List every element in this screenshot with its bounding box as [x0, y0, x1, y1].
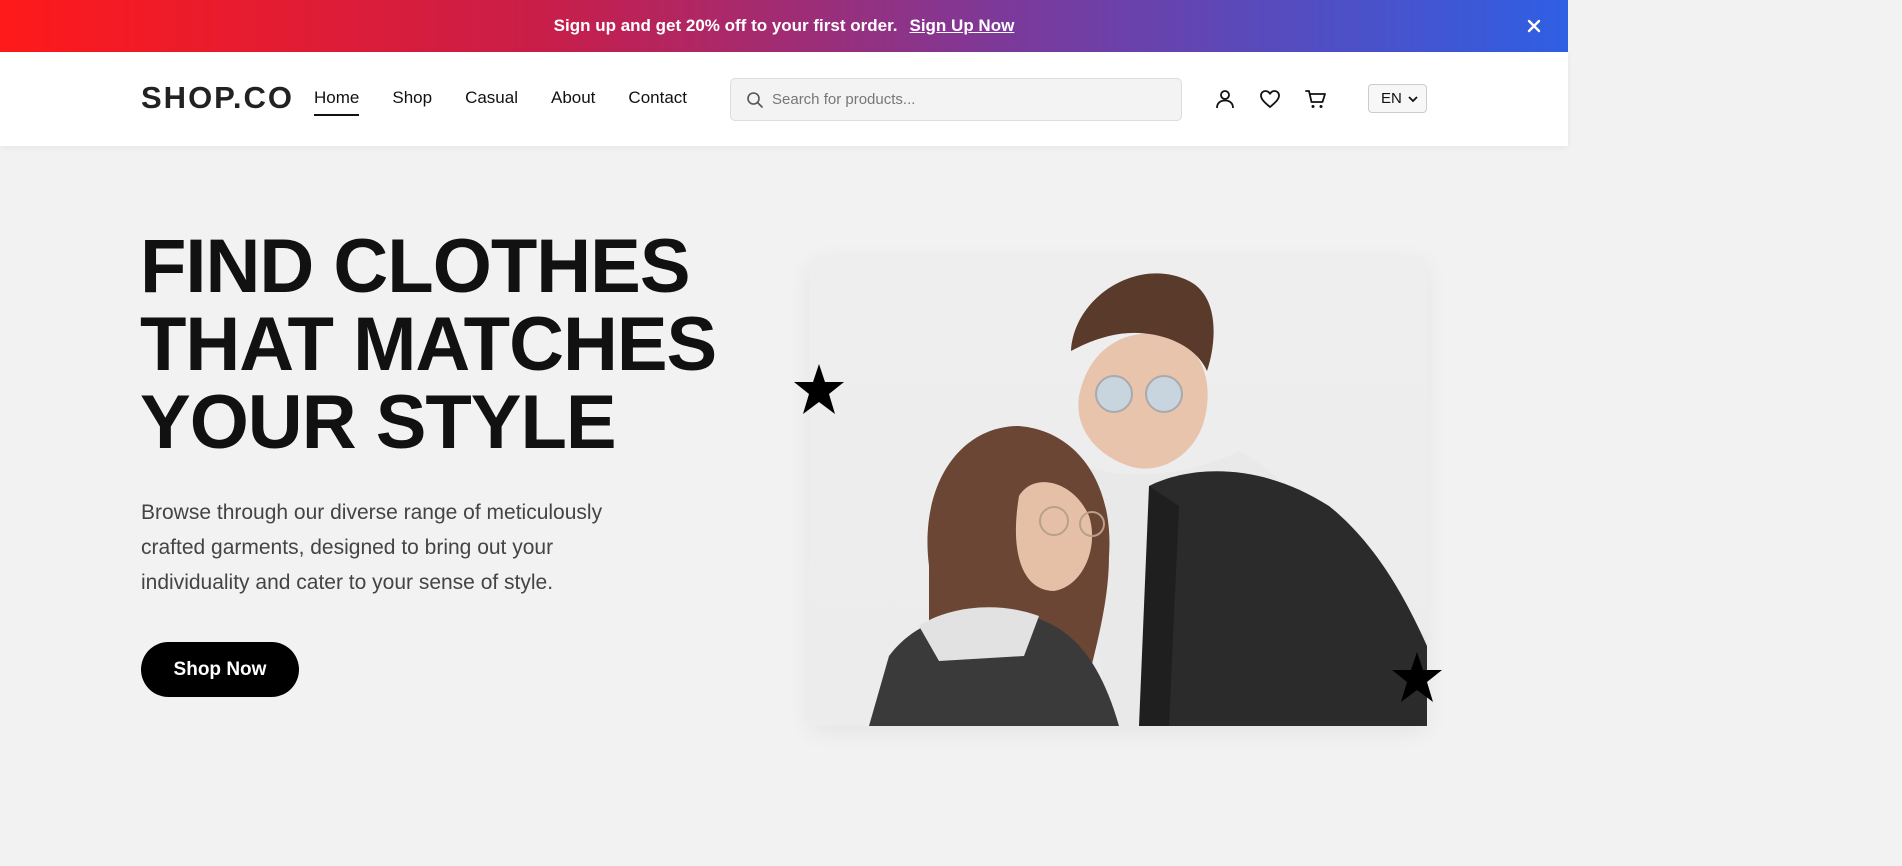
nav-contact[interactable]: Contact [628, 88, 687, 114]
signup-link[interactable]: Sign Up Now [909, 16, 1014, 36]
hero-title-line: THAT MATCHES [140, 302, 717, 387]
main-nav: Home Shop Casual About Contact [314, 88, 687, 116]
cart-icon[interactable] [1304, 87, 1328, 111]
shop-now-button[interactable]: Shop Now [141, 642, 299, 697]
search-input[interactable] [772, 91, 1152, 108]
nav-about[interactable]: About [551, 88, 595, 114]
hero-title-line: YOUR STYLE [140, 380, 617, 465]
star-icon [794, 364, 844, 414]
promo-text: Sign up and get 20% off to your first or… [553, 16, 898, 35]
search-icon [746, 91, 764, 109]
nav-home[interactable]: Home [314, 88, 360, 116]
hero-image [809, 256, 1427, 726]
promo-bar: Sign up and get 20% off to your first or… [0, 0, 1568, 52]
nav-casual[interactable]: Casual [465, 88, 518, 114]
heart-icon[interactable] [1258, 87, 1282, 111]
hero-title: FIND CLOTHES THAT MATCHES YOUR STYLE [140, 224, 717, 465]
user-icon[interactable] [1213, 87, 1237, 111]
language-select[interactable]: EN [1368, 84, 1427, 113]
hero-description: Browse through our diverse range of meti… [141, 501, 603, 594]
hero-title-line: FIND CLOTHES [140, 224, 691, 309]
search-box[interactable] [730, 78, 1182, 121]
nav-shop[interactable]: Shop [392, 88, 432, 114]
logo[interactable]: SHOP.CO [141, 80, 294, 116]
site-header: SHOP.CO Home Shop Casual About Contact E… [0, 52, 1568, 146]
chevron-down-icon [1408, 90, 1418, 107]
language-value: EN [1381, 90, 1402, 107]
star-icon [1392, 652, 1442, 702]
close-icon[interactable] [1522, 14, 1546, 38]
